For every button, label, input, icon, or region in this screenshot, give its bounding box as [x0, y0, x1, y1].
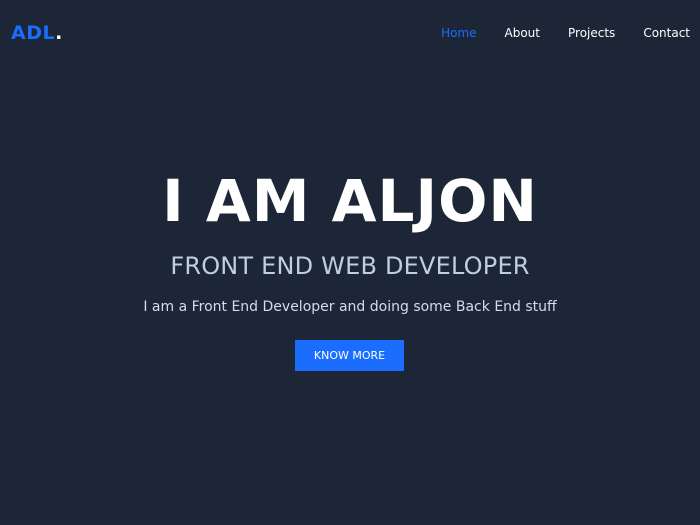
nav-link-contact[interactable]: Contact	[643, 25, 690, 41]
hero-title: I AM ALJON	[162, 167, 538, 235]
nav-links: Home About Projects Contact	[413, 25, 690, 41]
nav-link-home[interactable]: Home	[441, 25, 476, 41]
logo-dot: .	[55, 22, 63, 44]
logo[interactable]: ADL.	[11, 22, 63, 44]
hero-description: I am a Front End Developer and doing som…	[143, 299, 557, 315]
nav-link-about[interactable]: About	[505, 25, 540, 41]
nav-link-projects[interactable]: Projects	[568, 25, 615, 41]
logo-text: ADL	[11, 22, 56, 44]
navbar: ADL. Home About Projects Contact	[0, 0, 700, 66]
page: ADL. Home About Projects Contact I AM AL…	[0, 0, 700, 525]
hero-subtitle: FRONT END WEB DEVELOPER	[170, 252, 530, 280]
know-more-button[interactable]: KNOW MORE	[295, 340, 404, 371]
